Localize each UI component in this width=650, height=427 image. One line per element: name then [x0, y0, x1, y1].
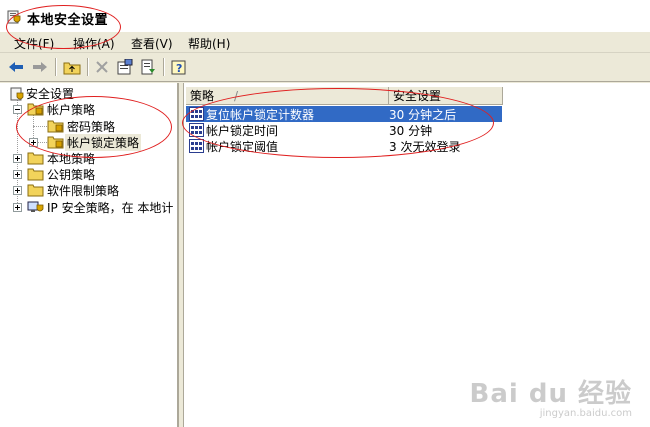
policy-name: 帐户锁定时间: [206, 123, 279, 138]
local-security-settings-window: 本地安全设置 文件(F) 操作(A) 查看(V) 帮助(H) ? 安全设置 帐户…: [0, 0, 650, 427]
table-row[interactable]: 复位帐户锁定计数器 30 分钟之后: [186, 106, 502, 122]
tree-item-label: IP 安全策略，在 本地计: [47, 200, 174, 215]
tree-item-label: 软件限制策略: [47, 183, 120, 198]
export-list-button[interactable]: [138, 57, 158, 77]
tree-item-label: 本地策略: [47, 151, 96, 166]
menu-bar: 文件(F) 操作(A) 查看(V) 帮助(H): [0, 32, 650, 53]
tree-item-ip-security-policy[interactable]: IP 安全策略，在 本地计: [27, 199, 175, 215]
column-header-label: 安全设置: [393, 89, 442, 103]
policy-folder-icon: [47, 120, 64, 133]
policy-folder-icon: [27, 103, 44, 116]
forward-button[interactable]: [30, 57, 50, 77]
folder-icon: [27, 168, 44, 181]
title-bar[interactable]: 本地安全设置: [0, 0, 650, 32]
column-header-policy[interactable]: 策略 /: [186, 87, 389, 105]
delete-icon: [96, 61, 108, 73]
tree-item-label: 帐户策略: [47, 102, 96, 117]
properties-button[interactable]: [115, 57, 135, 77]
tree-item-password-policy[interactable]: 密码策略: [47, 118, 117, 134]
table-row[interactable]: 帐户锁定阈值 3 次无效登录: [186, 138, 502, 154]
toolbar: ?: [0, 53, 650, 82]
tree-line: [38, 142, 47, 143]
svg-text:?: ?: [176, 62, 182, 75]
policy-folder-icon: [47, 136, 64, 149]
collapse-toggle[interactable]: [13, 105, 22, 114]
policy-setting: 30 分钟: [389, 123, 433, 138]
window-title: 本地安全设置: [27, 13, 109, 28]
up-one-level-button[interactable]: [62, 57, 82, 77]
back-button[interactable]: [6, 57, 26, 77]
policy-setting: 3 次无效登录: [389, 139, 461, 154]
tree-item-label: 安全设置: [26, 86, 75, 101]
ip-security-icon: [27, 201, 44, 212]
watermark-brand: Bai du 经验: [469, 379, 632, 409]
menu-help[interactable]: 帮助(H): [188, 35, 230, 52]
menu-file[interactable]: 文件(F): [14, 35, 54, 52]
policy-item-icon: [189, 123, 204, 137]
expand-toggle[interactable]: [13, 170, 22, 179]
tree-item-label: 密码策略: [67, 119, 116, 134]
policy-name: 帐户锁定阈值: [206, 139, 279, 154]
forward-arrow-icon: [33, 62, 47, 72]
security-settings-icon: [10, 87, 24, 100]
policy-setting: 30 分钟之后: [389, 107, 457, 122]
export-list-icon: [141, 59, 155, 75]
column-header-label: 策略: [190, 89, 215, 103]
properties-icon: [117, 59, 133, 75]
toolbar-separator: [55, 58, 57, 76]
menu-action[interactable]: 操作(A): [73, 35, 115, 52]
policy-folder-icon: [27, 152, 44, 165]
tree-item-account-policy[interactable]: 帐户策略: [27, 101, 97, 117]
expand-toggle[interactable]: [13, 154, 22, 163]
policy-name: 复位帐户锁定计数器: [206, 107, 315, 122]
folder-icon: [27, 184, 44, 197]
expand-toggle[interactable]: [29, 138, 38, 147]
expand-toggle[interactable]: [13, 203, 22, 212]
up-folder-icon: [63, 62, 81, 74]
menu-view[interactable]: 查看(V): [131, 35, 173, 52]
sort-indicator: /: [234, 88, 239, 103]
tree-item-local-policy[interactable]: 本地策略: [27, 150, 97, 166]
table-row[interactable]: 帐户锁定时间 30 分钟: [186, 122, 502, 138]
column-header-security-setting[interactable]: 安全设置: [389, 87, 503, 105]
tree-item-label: 帐户锁定策略: [65, 133, 142, 151]
back-arrow-icon: [9, 62, 23, 72]
toolbar-separator: [163, 58, 165, 76]
expand-toggle[interactable]: [13, 186, 22, 195]
tree-item-account-lockout-policy[interactable]: 帐户锁定策略: [47, 133, 142, 151]
security-settings-icon: [7, 10, 21, 24]
help-button[interactable]: ?: [169, 57, 189, 77]
baidu-watermark: Bai du 经验 jingyan.baidu.com: [470, 373, 633, 419]
policy-item-icon: [189, 139, 204, 153]
policy-item-icon: [189, 107, 204, 121]
tree-item-software-restriction-policy[interactable]: 软件限制策略: [27, 182, 121, 198]
console-tree[interactable]: 安全设置 帐户策略 密码策略 帐户锁定策略 本地策略 公钥策略 软件限制策略 I…: [0, 83, 179, 427]
toolbar-separator: [87, 58, 89, 76]
help-icon: ?: [171, 60, 186, 75]
delete-button[interactable]: [92, 57, 112, 77]
tree-line: [33, 126, 47, 127]
tree-item-security-settings[interactable]: 安全设置: [10, 85, 76, 101]
tree-item-public-key-policy[interactable]: 公钥策略: [27, 166, 97, 182]
tree-item-label: 公钥策略: [47, 167, 96, 182]
